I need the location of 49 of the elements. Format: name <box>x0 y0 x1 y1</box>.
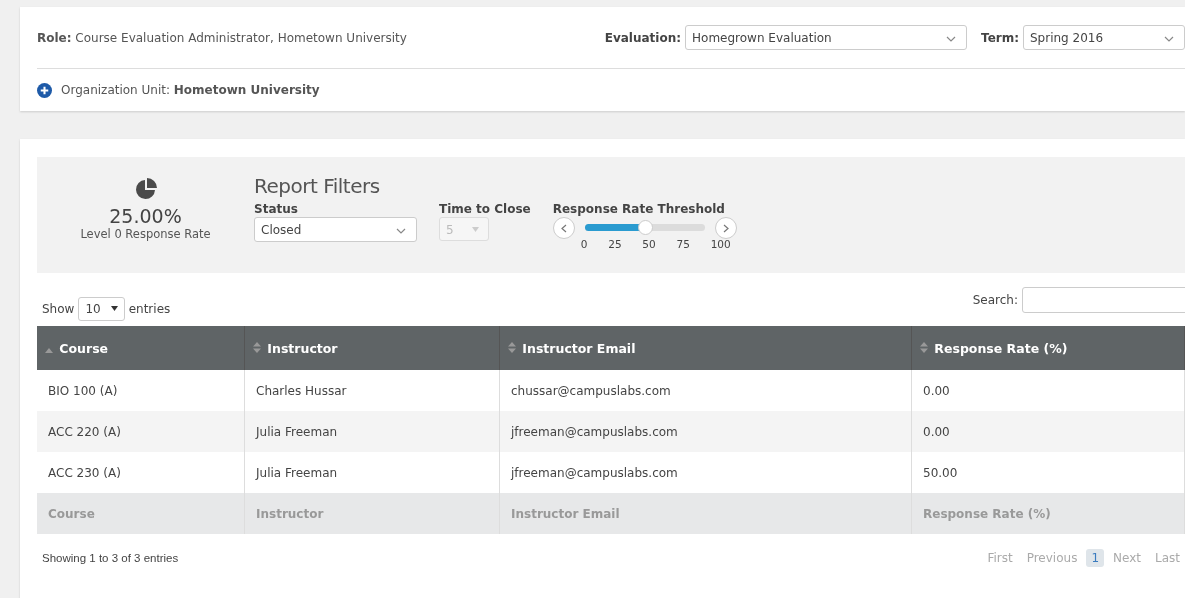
evaluation-label: Evaluation: <box>604 30 682 45</box>
column-footer: Instructor <box>244 493 500 534</box>
entries-info: Showing 1 to 3 of 3 entries <box>42 552 179 564</box>
response-rate-label: Level 0 Response Rate <box>80 227 211 241</box>
pie-chart-icon <box>133 177 158 201</box>
evaluation-select[interactable]: Homegrown Evaluation <box>685 25 968 50</box>
entries-label: entries <box>128 301 171 316</box>
slider-handle[interactable] <box>637 220 653 235</box>
column-header[interactable]: Response Rate (%) <box>911 326 1185 370</box>
caret-icon <box>110 306 118 311</box>
table-cell: Julia Freeman <box>244 411 500 452</box>
search-field[interactable] <box>1022 286 1185 313</box>
threshold-label: Response Rate Threshold <box>552 202 726 216</box>
column-footer: Course <box>37 493 245 534</box>
tick-label: 100 <box>710 238 731 250</box>
column-footer: Instructor Email <box>499 493 912 534</box>
filters-title: Report Filters <box>254 174 381 198</box>
tick-label: 75 <box>676 238 690 250</box>
tick-label: 25 <box>608 238 622 250</box>
chevron-icon <box>396 228 406 234</box>
response-rate-value: 25.00% <box>109 205 182 227</box>
tick-label: 0 <box>580 238 588 250</box>
increase-button[interactable] <box>714 217 737 239</box>
chevron-icon <box>946 36 957 42</box>
organization-unit-text: Organization Unit: Hometown University <box>61 83 320 97</box>
expand-icon[interactable] <box>37 82 52 98</box>
entries-select[interactable]: 10 <box>78 296 125 321</box>
search-label: Search: <box>972 292 1018 307</box>
table-cell: ACC 220 (A) <box>37 411 245 452</box>
status-select[interactable]: Closed <box>254 217 417 242</box>
column-footer: Response Rate (%) <box>911 493 1185 534</box>
status-label: Status <box>254 202 299 216</box>
chevron-right-icon <box>722 223 729 233</box>
tick-label: 50 <box>642 238 656 250</box>
role-text: Role: Course Evaluation Administrator, Hometown University <box>37 30 407 45</box>
column-header[interactable]: Course <box>37 326 245 370</box>
chevron-left-icon <box>560 223 567 233</box>
term-select[interactable]: Spring 2016 <box>1023 25 1185 50</box>
table-cell: 0.00 <box>911 411 1185 452</box>
decrease-button[interactable] <box>552 217 575 239</box>
show-label: Show <box>42 301 75 316</box>
table-cell: jfreeman@campuslabs.com <box>499 411 912 452</box>
column-header[interactable]: Instructor Email <box>499 326 912 370</box>
column-header[interactable]: Instructor <box>244 326 500 370</box>
caret-icon <box>472 227 479 232</box>
time-to-close-label: Time to Close <box>439 202 531 216</box>
term-label: Term: <box>981 30 1019 45</box>
pagination-link[interactable]: 1 <box>1086 549 1105 567</box>
chevron-icon <box>1164 36 1174 42</box>
